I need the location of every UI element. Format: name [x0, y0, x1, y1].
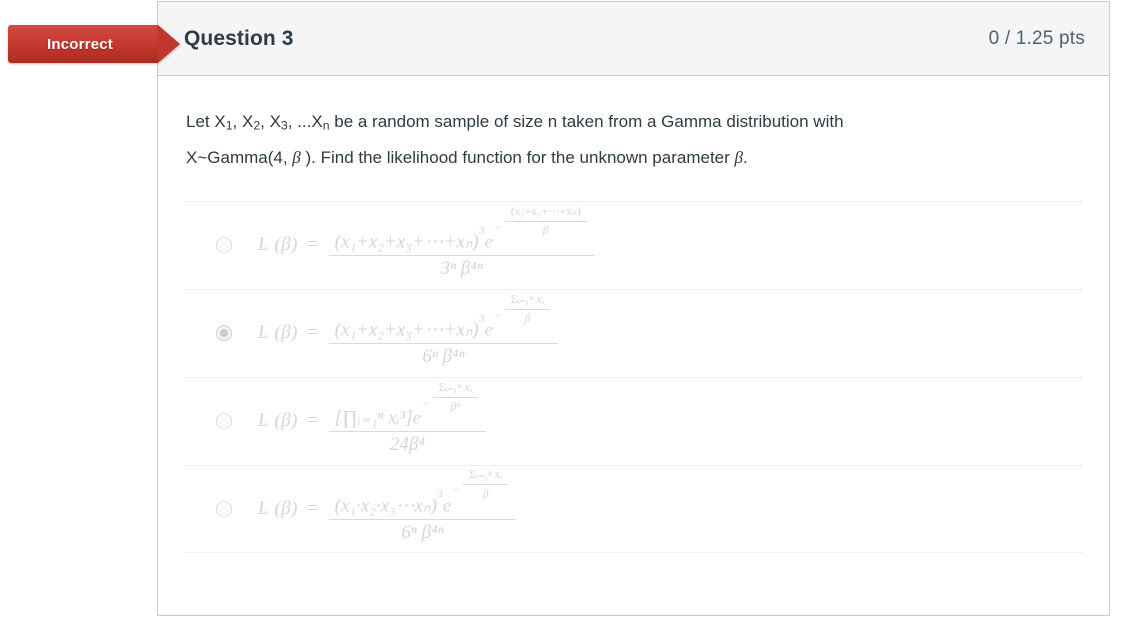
question-text-line2: X~Gamma(4, β ). Find the likelihood func… [186, 142, 1016, 173]
formula-b-exp-den: β [524, 311, 531, 325]
formula-a-exp-den: β [542, 223, 549, 237]
formula-b-eq: = [306, 322, 318, 344]
formula-a-exp-fraction: (x₁+x₂+⋯+xₙ) β [504, 204, 587, 238]
formula-c-denominator: 24β⁴ [389, 434, 425, 456]
q-l1-sub3: 3 [280, 118, 288, 133]
answers-list: L (β) = (x₁+x₂+x₃+⋯+xₙ)3e − (x₁+x₂+⋯+xₙ)… [184, 200, 1083, 553]
quiz-question-screen: Incorrect Question 3 0 / 1.25 pts Let X1… [0, 0, 1123, 636]
answer-formula-a: L (β) = (x₁+x₂+x₃+⋯+xₙ)3e − (x₁+x₂+⋯+xₙ)… [258, 205, 597, 280]
formula-d-num-base: (x₁·x₂·x₃⋯xₙ) [334, 494, 437, 516]
q-l1-sub4: n [322, 118, 330, 133]
formula-b-lhs: L [258, 322, 270, 344]
status-flag-label: Incorrect [47, 35, 113, 53]
formula-a-fraction: (x₁+x₂+x₃+⋯+xₙ)3e − (x₁+x₂+⋯+xₙ) β 3ⁿ β⁴… [328, 205, 595, 280]
formula-d-exp-sign: − [452, 484, 459, 498]
formula-d-arg: (β) [274, 497, 298, 519]
answer-formula-c: L (β) = [∏ᵢ₌₁ⁿ xᵢ³]e − Σᵢ₌₁ⁿ xᵢ βⁿ 24β⁴ [258, 381, 488, 456]
formula-d-denominator: 6ⁿ β⁴ⁿ [401, 521, 444, 543]
status-flag-incorrect: Incorrect [8, 25, 180, 63]
formula-d-eq: = [306, 497, 318, 519]
formula-b-exp-fraction: Σᵢ₌₁ⁿ xᵢ β [504, 292, 551, 326]
formula-d-fraction: (x₁·x₂·x₃⋯xₙ)3e − Σᵢ₌₁ⁿ xᵢ β 6ⁿ β⁴ⁿ [328, 468, 517, 544]
radio-option-a[interactable] [216, 237, 232, 254]
q-l2-b: ). Find the likelihood function for the … [300, 147, 735, 167]
formula-a-exp-num: (x₁+x₂+⋯+xₙ) [510, 204, 581, 218]
q-l1-e: be a random sample of size n taken from … [329, 112, 844, 131]
question-text: Let X1, X2, X3, ...Xn be a random sample… [184, 76, 1018, 173]
formula-d-lhs: L [258, 497, 270, 519]
answer-formula-b: L (β) = (x₁+x₂+x₃+⋯+xₙ)3e − Σᵢ₌₁ⁿ xᵢ β 6… [258, 293, 560, 368]
q-l2-beta2: β [734, 147, 743, 167]
formula-c-exp-fraction: Σᵢ₌₁ⁿ xᵢ βⁿ [432, 380, 479, 414]
answer-formula-d: L (β) = (x₁·x₂·x₃⋯xₙ)3e − Σᵢ₌₁ⁿ xᵢ β 6ⁿ … [258, 468, 518, 544]
question-title: Question 3 [184, 26, 294, 50]
formula-a-num-base: (x₁+x₂+x₃+⋯+xₙ) [334, 231, 479, 253]
formula-a-num-power: 3 [478, 223, 485, 237]
formula-b-numerator: (x₁+x₂+x₃+⋯+xₙ)3e − Σᵢ₌₁ⁿ xᵢ β [329, 293, 559, 343]
formula-b-num-power: 3 [478, 311, 485, 325]
formula-a-arg: (β) [274, 234, 298, 256]
formula-d-num-power: 3 [436, 487, 443, 501]
formula-a-eq: = [306, 234, 318, 256]
formula-d-exp-den: β [482, 487, 489, 501]
formula-c-numerator: [∏ᵢ₌₁ⁿ xᵢ³]e − Σᵢ₌₁ⁿ xᵢ βⁿ [329, 381, 487, 431]
question-body: Let X1, X2, X3, ...Xn be a random sample… [158, 76, 1109, 553]
formula-c-eq: = [306, 410, 318, 432]
formula-d-numerator: (x₁·x₂·x₃⋯xₙ)3e − Σᵢ₌₁ⁿ xᵢ β [329, 468, 517, 519]
formula-c-fraction: [∏ᵢ₌₁ⁿ xᵢ³]e − Σᵢ₌₁ⁿ xᵢ βⁿ 24β⁴ [328, 381, 487, 456]
formula-c-arg: (β) [274, 410, 298, 432]
answer-option-d[interactable]: L (β) = (x₁·x₂·x₃⋯xₙ)3e − Σᵢ₌₁ⁿ xᵢ β 6ⁿ … [184, 464, 1083, 553]
q-l1-sub1: 1 [225, 118, 233, 133]
formula-c-exp-num: Σᵢ₌₁ⁿ xᵢ [438, 380, 473, 394]
question-panel: Question 3 0 / 1.25 pts Let X1, X2, X3, … [157, 1, 1110, 616]
formula-d-exp-num: Σᵢ₌₁ⁿ xᵢ [468, 468, 503, 482]
formula-c-exp-base: e [412, 407, 422, 429]
formula-c-lhs: L [258, 410, 270, 432]
question-points: 0 / 1.25 pts [988, 27, 1085, 49]
formula-b-fraction: (x₁+x₂+x₃+⋯+xₙ)3e − Σᵢ₌₁ⁿ xᵢ β 6ⁿ β⁴ⁿ [328, 293, 559, 368]
q-l2-a: X~Gamma(4, [186, 147, 293, 167]
question-header: Question 3 0 / 1.25 pts [158, 2, 1109, 76]
answer-option-b[interactable]: L (β) = (x₁+x₂+x₃+⋯+xₙ)3e − Σᵢ₌₁ⁿ xᵢ β 6… [184, 288, 1083, 377]
radio-option-c[interactable] [216, 413, 232, 430]
formula-d-exp-base: e [442, 494, 452, 516]
formula-b-exp-base: e [484, 319, 494, 341]
formula-b-exp-num: Σᵢ₌₁ⁿ xᵢ [510, 292, 545, 306]
formula-b-num-base: (x₁+x₂+x₃+⋯+xₙ) [334, 319, 479, 341]
formula-c-num-base: [∏ᵢ₌₁ⁿ xᵢ³] [334, 407, 413, 429]
status-flag-body: Incorrect [8, 25, 158, 63]
formula-a-exp-base: e [484, 231, 494, 253]
q-l1-b: , X [232, 112, 254, 131]
q-l1-a: Let X [186, 112, 226, 131]
answer-option-a[interactable]: L (β) = (x₁+x₂+x₃+⋯+xₙ)3e − (x₁+x₂+⋯+xₙ)… [184, 200, 1083, 289]
formula-c-exp-den: βⁿ [450, 399, 461, 413]
question-text-line1: Let X1, X2, X3, ...Xn be a random sample… [186, 106, 1016, 142]
formula-c-exp-sign: − [422, 396, 429, 410]
q-l1-d: , ...X [287, 112, 323, 131]
q-l2-c: . [742, 147, 748, 167]
formula-b-exp-sign: − [494, 308, 501, 322]
q-l1-c: , X [260, 112, 281, 131]
formula-b-denominator: 6ⁿ β⁴ⁿ [422, 346, 465, 368]
radio-option-b[interactable] [216, 325, 232, 342]
formula-d-exp-fraction: Σᵢ₌₁ⁿ xᵢ β [462, 467, 509, 501]
formula-a-numerator: (x₁+x₂+x₃+⋯+xₙ)3e − (x₁+x₂+⋯+xₙ) β [329, 205, 595, 255]
formula-a-lhs: L [258, 234, 270, 256]
formula-a-denominator: 3ⁿ β⁴ⁿ [440, 258, 483, 280]
status-flag-arrow [158, 25, 180, 63]
q-l2-beta1: β [292, 147, 301, 167]
answer-option-c[interactable]: L (β) = [∏ᵢ₌₁ⁿ xᵢ³]e − Σᵢ₌₁ⁿ xᵢ βⁿ 24β⁴ [184, 376, 1083, 465]
formula-a-exp-sign: − [494, 220, 501, 234]
radio-option-d[interactable] [216, 500, 232, 517]
formula-b-arg: (β) [274, 322, 298, 344]
